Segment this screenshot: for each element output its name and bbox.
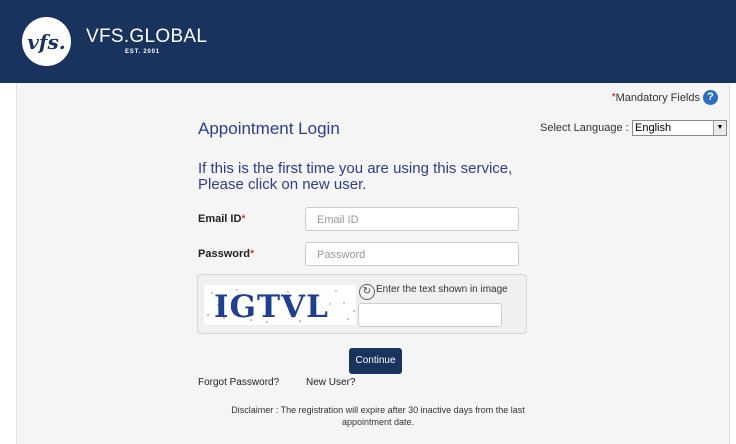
password-required-star: *	[249, 248, 255, 260]
help-icon[interactable]: ?	[703, 90, 718, 105]
vfs-logo[interactable]: vfs.	[22, 17, 71, 66]
disclaimer: Disclaimer : The registration will expir…	[213, 404, 543, 428]
captcha-input[interactable]	[358, 303, 502, 327]
continue-button[interactable]: Continue	[349, 348, 402, 374]
new-user-link[interactable]: New User?	[306, 377, 355, 388]
info-line-2: Please click on new user.	[198, 176, 367, 193]
brand-est: EST. 2001	[125, 49, 160, 55]
login-panel: * Mandatory Fields ? Appointment Login S…	[16, 83, 730, 444]
brand-name: VFS.GLOBAL	[86, 26, 208, 47]
password-label: Password*	[198, 248, 254, 260]
captcha-prompt: Enter the text shown in image	[376, 284, 508, 295]
language-select[interactable]: English ▼	[632, 120, 727, 136]
disclaimer-line-1: Disclaimer : The registration will expir…	[231, 405, 525, 415]
logo-text: vfs.	[27, 29, 66, 54]
captcha-box: IGTVL ↻ Enter the text shown in image	[197, 274, 527, 334]
email-required-star: *	[241, 213, 246, 225]
refresh-icon[interactable]: ↻	[359, 284, 375, 300]
captcha-image: IGTVL	[204, 285, 356, 325]
email-field[interactable]: Email ID	[305, 207, 519, 231]
info-line-1: If this is the first time you are using …	[198, 160, 513, 177]
disclaimer-line-2: appointment date.	[341, 417, 415, 427]
email-label: Email ID*	[198, 213, 246, 225]
language-selected: English	[635, 122, 672, 134]
language-label: Select Language :	[540, 122, 629, 134]
chevron-down-icon[interactable]: ▼	[713, 121, 726, 135]
captcha-text: IGTVL	[214, 289, 329, 325]
mandatory-fields-note: * Mandatory Fields ?	[612, 90, 718, 105]
mandatory-label: Mandatory Fields	[615, 91, 700, 104]
page-title: Appointment Login	[198, 119, 340, 138]
first-time-info: If this is the first time you are using …	[198, 161, 558, 193]
password-field[interactable]: Password	[305, 242, 519, 266]
forgot-password-link[interactable]: Forgot Password?	[198, 377, 279, 388]
email-label-text: Email ID	[198, 213, 242, 225]
password-label-text: Password	[198, 248, 250, 260]
site-header: vfs. VFS.GLOBAL EST. 2001	[0, 0, 736, 83]
